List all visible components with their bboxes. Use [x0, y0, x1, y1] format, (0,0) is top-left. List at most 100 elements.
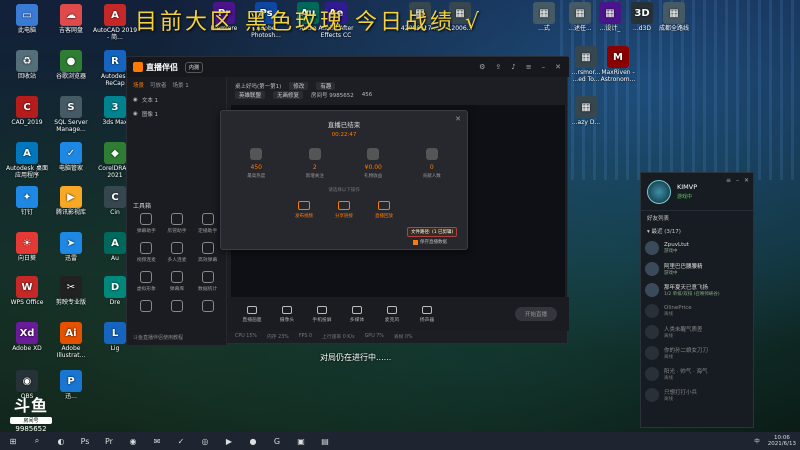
source-button[interactable]: 扬声器 [414, 305, 440, 323]
desktop-icon[interactable]: A AutoCAD 2019 - 简... [92, 4, 138, 41]
tool-button[interactable] [192, 300, 223, 314]
replay-path-chip[interactable]: 文件路径: (1 已剪辑) [407, 227, 458, 237]
taskbar-app-icon[interactable]: Pr [100, 434, 118, 448]
save-data-checkbox[interactable] [413, 239, 418, 245]
dialog-action-button[interactable]: 分享链接 [335, 201, 353, 219]
taskbar-app-icon[interactable]: ✓ [172, 434, 190, 448]
app-icon: D [104, 276, 126, 298]
taskbar-app-icon[interactable]: Ps [76, 434, 94, 448]
tool-button[interactable]: 视频连麦 [131, 242, 162, 263]
desktop-icon[interactable]: ✦ 钉钉 [4, 186, 50, 216]
desktop-icon[interactable]: M MaxRiven - Astronom... [598, 46, 638, 83]
tutorial-link[interactable]: 斗鱼直播伴侣使用教程 [133, 334, 183, 341]
start-button[interactable]: ⊞ [4, 434, 22, 448]
go-live-button[interactable]: 开始直播 [514, 307, 557, 321]
source-button[interactable]: 麦克风 [379, 305, 405, 323]
scene-tab[interactable]: 可放者 [150, 81, 167, 89]
desktop-icon[interactable]: ▶ 腾讯影视库 [48, 186, 94, 216]
tool-button[interactable]: 虚拟形象 [131, 271, 162, 292]
tool-button[interactable] [162, 300, 193, 314]
desktop-icon[interactable]: ☀ 向日葵 [4, 232, 50, 262]
scene-item[interactable]: ◉ 图像 1 [127, 107, 226, 121]
taskbar-app-icon[interactable]: ▶ [220, 434, 238, 448]
eye-icon[interactable]: ◉ [133, 97, 138, 103]
taskbar-clock[interactable]: 10:06 2021/6/13 [768, 435, 796, 447]
friend-list-item[interactable]: 阳光 · 帅气 · 海气 离线 [641, 363, 753, 384]
source-button[interactable]: 直播画面 [239, 305, 265, 323]
room-tag[interactable]: 无画修复 [273, 90, 304, 99]
tool-button[interactable]: 房管助手 [162, 213, 193, 234]
scene-item[interactable]: ◉ 文本 1 [127, 93, 226, 107]
desktop-icon[interactable]: A Autodesk 桌面应用程序 [4, 142, 50, 179]
desktop-icon[interactable]: ☁ 吉客网盘 [48, 4, 94, 34]
source-button[interactable]: 手机投屏 [309, 305, 335, 323]
desktop-icon[interactable]: ✓ 电脑管家 [48, 142, 94, 172]
tool-button[interactable]: 高效弹幕 [192, 242, 223, 263]
minimize-icon[interactable]: – [542, 63, 546, 71]
friend-list-item[interactable]: ZpuvLtut 游戏中 [641, 237, 753, 258]
avatar[interactable] [647, 179, 671, 204]
taskbar-app-icon[interactable]: ▣ [292, 434, 310, 448]
taskbar-app-icon[interactable]: G [268, 434, 286, 448]
desktop-icon[interactable]: ▦ 成都全路线 [654, 2, 694, 32]
desktop-icon[interactable]: S SQL Server Manage... [48, 96, 94, 133]
desktop-icon[interactable]: ▦ ...azy D... [566, 96, 606, 126]
close-icon[interactable]: ✕ [744, 177, 749, 184]
tool-button[interactable]: 弹幕库 [162, 271, 193, 292]
friend-list-item[interactable]: 只想打打小兵 离线 [641, 384, 753, 405]
dialog-action-button[interactable]: 发布视频 [295, 201, 313, 219]
tool-button[interactable]: 弹幕助手 [131, 213, 162, 234]
taskbar-app-icon[interactable]: ✉ [148, 434, 166, 448]
share-icon[interactable]: ⇪ [495, 63, 501, 71]
desktop-icon[interactable]: ▭ 此电脑 [4, 4, 50, 34]
scene-tab[interactable]: 场景 [133, 81, 144, 89]
dialog-title: 直播已结束 [327, 121, 361, 129]
room-tag[interactable]: 英雄联盟 [235, 90, 266, 99]
taskbar-app-icon[interactable]: ● [244, 434, 262, 448]
friend-list-item[interactable]: 人类未醒气质差 离线 [641, 321, 753, 342]
source-button[interactable]: 摄像头 [274, 305, 300, 323]
minimize-icon[interactable]: – [736, 177, 739, 184]
status-item: 上行速率 0 K/s [322, 334, 355, 340]
taskbar-app-icon[interactable]: ⌕ [28, 434, 46, 448]
friend-list-item[interactable]: 你的孙二娘女刀刀 离线 [641, 342, 753, 363]
taskbar-app-icon[interactable]: ▤ [316, 434, 334, 448]
dialog-action-button[interactable]: 直播回放 [375, 201, 393, 219]
source-icon [317, 305, 327, 314]
bell-icon[interactable]: ♪ [511, 63, 515, 71]
app-icon: R [104, 50, 126, 72]
desktop-icon[interactable]: Xd Adobe XD [4, 322, 50, 352]
desktop-icon-label: 钉钉 [20, 209, 33, 216]
input-method-indicator[interactable]: 中 [754, 437, 760, 445]
desktop-icon[interactable]: ● 谷歌浏览器 [48, 50, 94, 80]
tool-button[interactable]: 多人连麦 [162, 242, 193, 263]
tool-button[interactable]: 数据统计 [192, 271, 223, 292]
eye-icon[interactable]: ◉ [133, 111, 138, 117]
tool-button[interactable]: 定播助手 [192, 213, 223, 234]
close-icon[interactable]: ✕ [555, 63, 561, 71]
taskbar-app-icon[interactable]: ◉ [124, 434, 142, 448]
taskbar-app-icon[interactable]: ◎ [196, 434, 214, 448]
taskbar-app-icon[interactable]: ◐ [52, 434, 70, 448]
category-select[interactable]: 有趣 [316, 81, 336, 90]
tool-button[interactable] [131, 300, 162, 314]
friend-list-item[interactable]: 阿里巴巴腰腰精 游戏中 [641, 258, 753, 279]
desktop-icon[interactable]: Ai Adobe Illustrat... [48, 322, 94, 359]
dialog-close-icon[interactable]: ✕ [455, 115, 461, 123]
desktop-icon[interactable]: C CAD_2019 [4, 96, 50, 126]
desktop-icon[interactable]: ➤ 迅雷 [48, 232, 94, 262]
friend-items: ZpuvLtut 游戏中 阿里巴巴腰腰精 游戏中 那年夏天已意飞扬 1/2 单排/双排 (… [641, 237, 753, 405]
friend-group-header[interactable]: ▾ 最近 (3/17) [641, 225, 753, 237]
edit-title-button[interactable]: 修改 [289, 81, 309, 90]
save-data-option[interactable]: 保存直播数据 [413, 239, 447, 245]
settings-icon[interactable]: ⚙ [479, 63, 485, 71]
desktop-icon[interactable]: ✂ 剪映专业版 [48, 276, 94, 306]
desktop-icon[interactable]: W WPS Office [4, 276, 50, 306]
friend-list-item[interactable]: 那年夏天已意飞扬 1/2 单排/双排 (召唤师峡谷) [641, 279, 753, 300]
desktop-icon[interactable]: ♻ 回收站 [4, 50, 50, 80]
source-button[interactable]: 多媒体 [344, 305, 370, 323]
friend-list-item[interactable]: OlinePrice 离线 [641, 300, 753, 321]
scene-tab[interactable]: 场景 1 [173, 81, 189, 89]
menu-icon[interactable]: ≡ [726, 177, 731, 184]
menu-icon[interactable]: ≡ [526, 63, 532, 71]
